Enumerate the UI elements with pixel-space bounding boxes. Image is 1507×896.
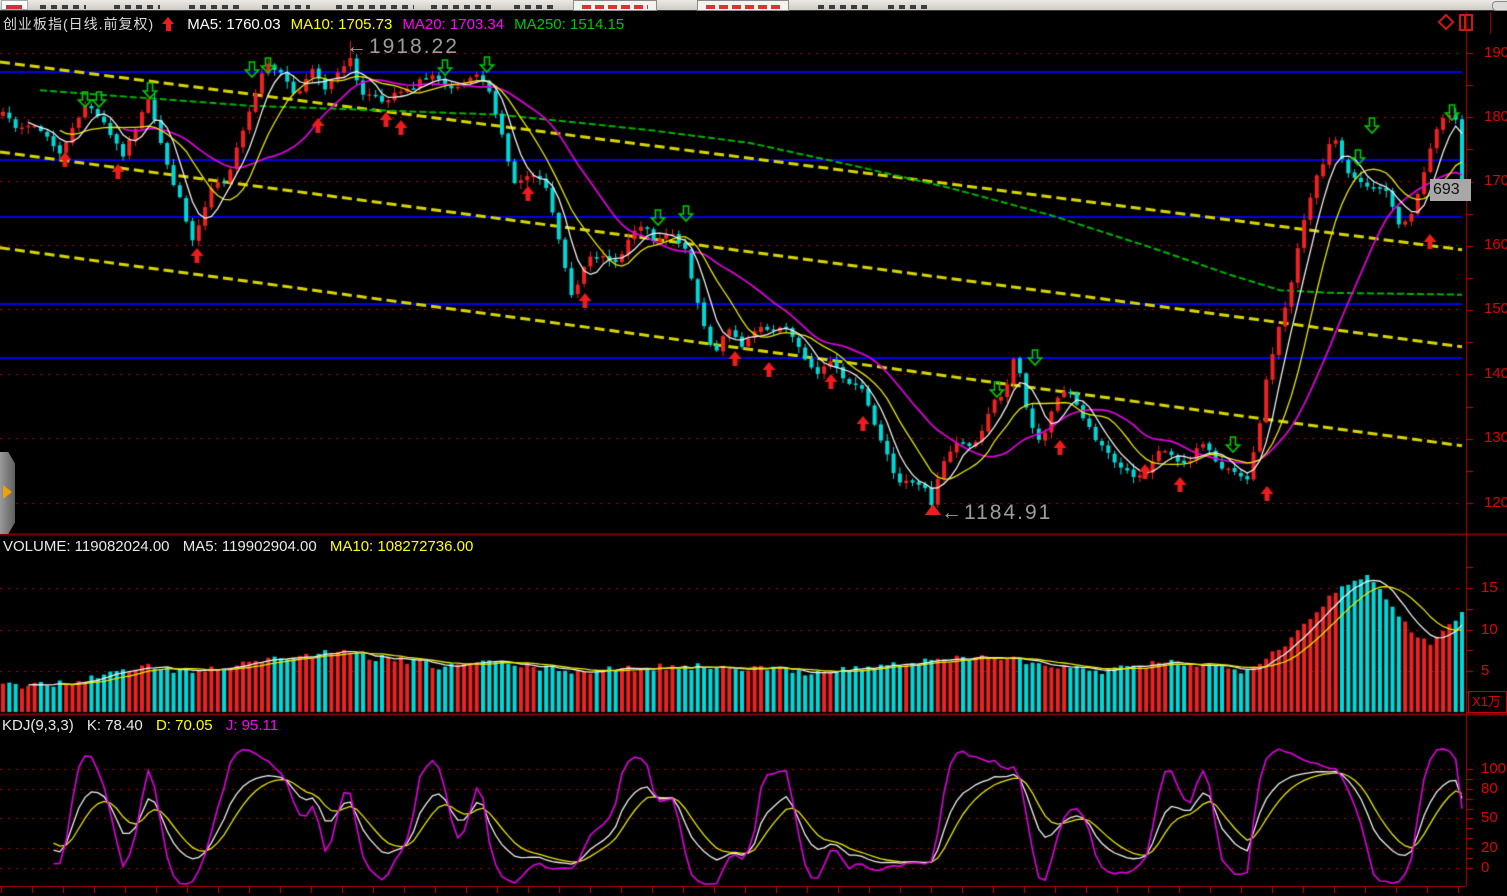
menu-item[interactable]: [818, 5, 870, 9]
diamond-icon[interactable]: [1438, 14, 1455, 31]
up-arrow-icon: [162, 17, 175, 31]
high-annotation: ←1918.22: [346, 35, 459, 59]
last-price-tag: 693: [1430, 179, 1471, 201]
menu-button-red-2[interactable]: [697, 0, 789, 11]
price-axis-label: 1700: [1484, 172, 1507, 189]
volume-axis-label: 15: [1481, 579, 1498, 596]
sidebar-expander[interactable]: [0, 452, 15, 534]
kdj-axis-label: 0: [1481, 859, 1489, 876]
low-marker-icon: [925, 504, 941, 515]
kdj-axis-label: 20: [1481, 839, 1498, 856]
app-logo-icon: [1, 0, 28, 10]
chart-title-row: 创业板指(日线.前复权) MA5: 1760.03 MA10: 1705.73 MA2…: [3, 14, 624, 34]
price-axis-label: 1200: [1484, 494, 1507, 511]
ma20-label: MA20: 1703.34: [402, 16, 504, 33]
volume-ma10-label: MA10: 108272736.00: [330, 538, 473, 555]
price-axis-label: 1500: [1484, 300, 1507, 317]
kdj-k-label: K: 78.40: [87, 717, 143, 734]
volume-value: VOLUME: 119082024.00: [3, 538, 170, 555]
kdj-axis-label: 50: [1481, 809, 1498, 826]
window-restore-icon[interactable]: [1459, 14, 1473, 31]
price-axis-label: 1900: [1484, 44, 1507, 61]
volume-axis-label: 10: [1481, 621, 1498, 638]
menu-item[interactable]: [189, 5, 239, 9]
ma250-label: MA250: 1514.15: [514, 16, 624, 33]
volume-axis-label: 5: [1481, 662, 1489, 679]
menu-item[interactable]: [514, 5, 558, 9]
menu-item[interactable]: [336, 5, 414, 9]
kdj-axis-label: 100: [1481, 760, 1506, 777]
instrument-title: 创业板指(日线.前复权): [3, 16, 154, 32]
price-axis-label: 1600: [1484, 236, 1507, 253]
expand-arrow-icon: [3, 485, 12, 499]
menu-item[interactable]: [40, 5, 86, 9]
menu-bar[interactable]: [0, 0, 1507, 11]
low-annotation: ←1184.91: [941, 501, 1052, 525]
ma5-label: MA5: 1760.03: [187, 16, 280, 33]
volume-header: VOLUME: 119082024.00 MA5: 119902904.00 M…: [3, 538, 482, 555]
chart-canvas[interactable]: [0, 0, 1507, 896]
menu-item[interactable]: [431, 5, 491, 9]
kdj-d-label: D: 70.05: [156, 717, 213, 734]
kdj-header: KDJ(9,3,3) K: 78.40 D: 70.05 J: 95.11: [2, 717, 287, 734]
menu-item[interactable]: [262, 5, 310, 9]
kdj-axis-label: 80: [1481, 780, 1498, 797]
pane-window-controls: [1440, 14, 1473, 32]
window-control[interactable]: [1492, 1, 1507, 11]
volume-ma5-label: MA5: 119902904.00: [183, 538, 317, 555]
menu-item[interactable]: [114, 5, 160, 9]
volume-unit-label: X1万: [1468, 691, 1507, 713]
kdj-j-label: J: 95.11: [226, 717, 278, 734]
kdj-title: KDJ(9,3,3): [2, 717, 74, 734]
price-axis-label: 1300: [1484, 429, 1507, 446]
price-axis-label: 1800: [1484, 108, 1507, 125]
ma10-label: MA10: 1705.73: [291, 16, 393, 33]
menu-item[interactable]: [888, 5, 932, 9]
price-axis-label: 1400: [1484, 365, 1507, 382]
menu-button-red-1[interactable]: [573, 0, 657, 11]
trading-app-window: 创业板指(日线.前复权) MA5: 1760.03 MA10: 1705.73 MA2…: [0, 0, 1507, 896]
